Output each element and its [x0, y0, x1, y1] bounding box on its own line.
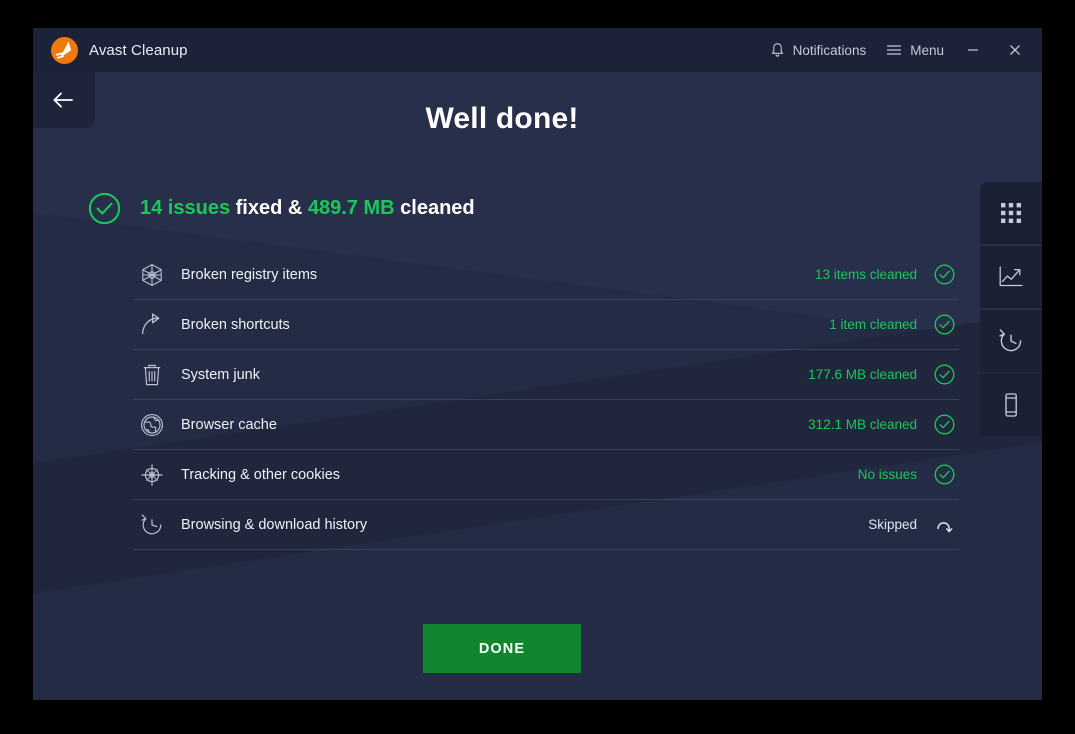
- check-circle-icon: [934, 464, 954, 485]
- apps-grid-icon: [1001, 203, 1021, 223]
- arrow-left-icon: [53, 92, 73, 108]
- sidebar-item-history[interactable]: [980, 310, 1042, 372]
- app-title: Avast Cleanup: [89, 41, 188, 59]
- result-row: Browser cache 312.1 MB cleaned: [133, 400, 959, 450]
- done-button[interactable]: DONE: [423, 624, 581, 673]
- right-sidebar: [980, 182, 1042, 438]
- history-clock-icon: [137, 510, 167, 540]
- close-icon: [1010, 45, 1020, 55]
- result-label: Tracking & other cookies: [181, 466, 341, 483]
- result-label: Browsing & download history: [181, 516, 368, 533]
- screen: Avast Cleanup Notifications Menu Well do…: [0, 0, 1075, 734]
- result-row: Browsing & download history Skipped: [133, 500, 959, 550]
- summary-issues-count: 14 issues: [140, 197, 231, 219]
- notifications-button[interactable]: Notifications: [770, 42, 867, 58]
- check-circle-icon: [934, 314, 954, 335]
- cookie-target-icon: [141, 463, 163, 486]
- check-circle-icon: [934, 364, 954, 385]
- results-list: Broken registry items 13 items cleaned Br…: [133, 250, 959, 550]
- result-status: 312.1 MB cleaned: [808, 417, 917, 432]
- result-status: 13 items cleaned: [814, 267, 917, 282]
- redo-arrow-icon[interactable]: [929, 510, 959, 540]
- trash-bin-icon: [137, 360, 167, 390]
- check-circle-icon: [929, 460, 959, 490]
- registry-cube-icon: [142, 263, 162, 286]
- result-label: Broken registry items: [181, 266, 318, 283]
- notifications-label: Notifications: [792, 42, 867, 58]
- result-status: 1 item cleaned: [829, 317, 917, 332]
- cookie-target-icon: [137, 460, 167, 490]
- check-circle-icon: [929, 410, 959, 440]
- check-circle-icon: [934, 264, 954, 285]
- result-row: Broken shortcuts 1 item cleaned: [133, 300, 959, 350]
- hamburger-icon: [886, 43, 902, 57]
- result-row: Tracking & other cookies No issues: [133, 450, 959, 500]
- check-circle-icon: [929, 260, 959, 290]
- sidebar-item-device[interactable]: [980, 374, 1042, 436]
- registry-cube-icon: [137, 260, 167, 290]
- shortcut-arrow-icon: [137, 310, 167, 340]
- app-window: Avast Cleanup Notifications Menu Well do…: [33, 28, 1042, 700]
- redo-arrow-icon: [936, 522, 952, 533]
- result-label: Broken shortcuts: [181, 316, 290, 333]
- titlebar-actions: Notifications Menu: [750, 37, 1028, 63]
- device-icon: [1005, 393, 1017, 417]
- menu-button[interactable]: Menu: [886, 43, 944, 58]
- summary-fixed-label: fixed &: [230, 197, 308, 219]
- brand: Avast Cleanup: [51, 36, 188, 64]
- summary-text: 14 issues fixed & 489.7 MB cleaned: [140, 197, 475, 220]
- title-bar: Avast Cleanup Notifications Menu: [33, 28, 1042, 72]
- bell-icon: [770, 42, 785, 58]
- page-title: Well done!: [425, 102, 579, 135]
- back-button[interactable]: [33, 72, 95, 128]
- history-clock-icon: [141, 513, 162, 534]
- check-circle-icon: [88, 192, 121, 225]
- globe-icon: [137, 410, 167, 440]
- result-status: No issues: [857, 467, 917, 482]
- close-button[interactable]: [1002, 37, 1028, 63]
- result-status: 177.6 MB cleaned: [808, 367, 917, 382]
- minimize-button[interactable]: [960, 37, 986, 63]
- avast-logo-icon: [51, 36, 78, 64]
- summary-size-cleaned: 489.7 MB: [307, 197, 395, 219]
- minimize-icon: [968, 49, 978, 51]
- summary-cleaned-label: cleaned: [394, 197, 475, 219]
- main-content: Well done! 14 issues fixed & 489.7 MB cl…: [33, 72, 1042, 700]
- summary: 14 issues fixed & 489.7 MB cleaned: [88, 192, 475, 225]
- result-row: Broken registry items 13 items cleaned: [133, 250, 959, 300]
- history-icon: [999, 329, 1022, 352]
- result-row: System junk 177.6 MB cleaned: [133, 350, 959, 400]
- sidebar-item-performance[interactable]: [980, 246, 1042, 308]
- result-status: Skipped: [868, 517, 917, 532]
- menu-label: Menu: [910, 42, 944, 58]
- result-label: System junk: [181, 366, 260, 383]
- line-chart-icon: [999, 266, 1023, 287]
- sidebar-item-apps[interactable]: [980, 182, 1042, 244]
- check-circle-icon: [929, 310, 959, 340]
- shortcut-arrow-icon: [141, 312, 160, 334]
- result-label: Browser cache: [181, 416, 277, 433]
- trash-bin-icon: [143, 364, 161, 385]
- check-circle-icon: [929, 360, 959, 390]
- globe-icon: [141, 413, 163, 436]
- check-circle-icon: [934, 414, 954, 435]
